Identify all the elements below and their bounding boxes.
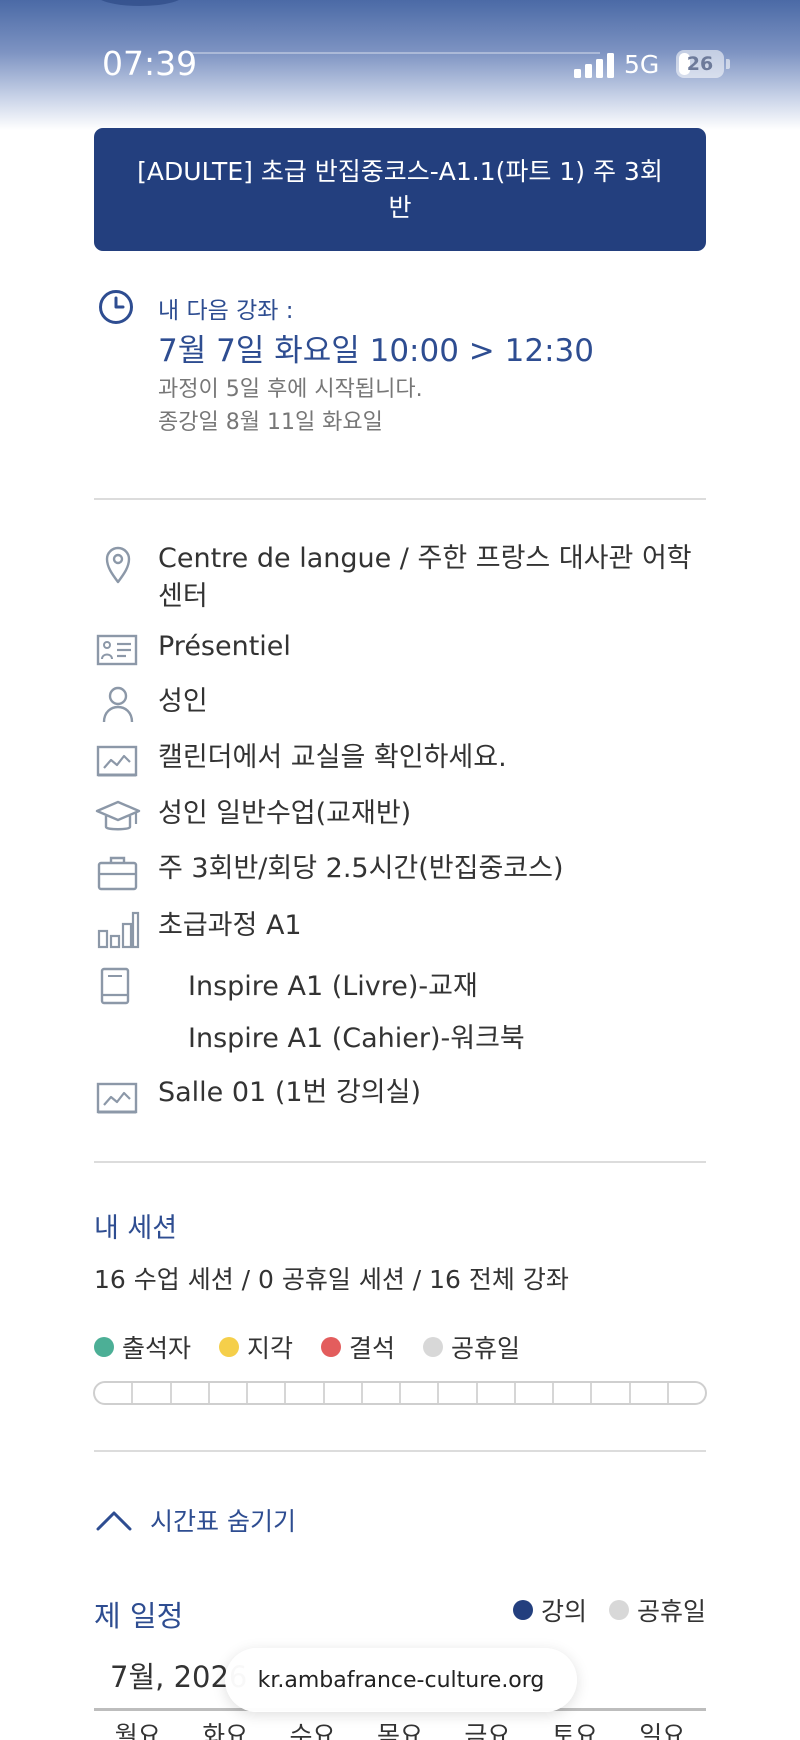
level-text: 초급과정 A1	[158, 910, 302, 941]
audience-text: 성인	[158, 686, 208, 717]
legend-dot-icon	[608, 1600, 629, 1620]
divider	[94, 1161, 706, 1163]
classroom-board-icon	[96, 1082, 138, 1114]
course-title: [ADULTE] 초급 반집중코스-A1.1(파트 1) 주 3회반	[137, 156, 663, 222]
session-progress-bar	[93, 1381, 707, 1405]
frequency-text: 주 3회반/회당 2.5시간(반집중코스)	[158, 853, 564, 884]
sessions-title: 내 세션	[94, 1213, 178, 1244]
level-chart-icon	[97, 911, 140, 949]
course-title-banner: [ADULTE] 초급 반집중코스-A1.1(파트 1) 주 3회반	[94, 128, 706, 251]
weekday-label: 금요	[464, 1721, 511, 1740]
weekday-label: 목요	[376, 1721, 423, 1740]
presentation-board-icon	[96, 634, 138, 666]
legend-item: 출석자	[94, 1329, 191, 1365]
browser-url-bar[interactable]: kr.ambafrance-culture.org	[225, 1648, 577, 1712]
legend-dot-icon	[94, 1337, 114, 1357]
session-segment	[210, 1383, 248, 1403]
next-class-datetime: 7월 7일 화요일 10:00 > 12:30	[158, 333, 594, 369]
browser-url-text: kr.ambafrance-culture.org	[257, 1667, 545, 1693]
battery-icon: 26	[676, 50, 724, 78]
legend-label: 공휴일	[636, 1597, 706, 1626]
legend-dot-icon	[321, 1337, 342, 1357]
legend-dot-icon	[423, 1337, 444, 1357]
session-segment	[172, 1383, 210, 1403]
session-segment	[669, 1383, 705, 1403]
battery-tip	[726, 59, 730, 69]
session-segment	[478, 1383, 516, 1403]
legend-label: 결석	[349, 1334, 396, 1363]
weekday-label: 화요	[202, 1721, 249, 1740]
session-segment	[286, 1383, 325, 1403]
weekday-label: 일요	[639, 1721, 686, 1740]
session-segment	[248, 1383, 287, 1403]
legend-item: 공휴일	[423, 1329, 520, 1365]
classroom-note-text: 캘린더에서 교실을 확인하세요.	[158, 742, 507, 773]
location-text: Centre de langue / 주한 프랑스 대사관 어학센터	[158, 543, 692, 612]
session-segment	[325, 1383, 363, 1403]
clock-icon	[99, 290, 133, 324]
legend-item: 결석	[321, 1329, 395, 1365]
graduation-cap-icon	[95, 800, 141, 831]
book-livre-text: Inspire A1 (Livre)-교재	[188, 971, 478, 1002]
hide-timetable-label: 시간표 숨기기	[150, 1507, 296, 1536]
divider	[94, 1450, 706, 1452]
weekday-label: 수요	[289, 1721, 336, 1740]
session-segment	[401, 1383, 440, 1403]
signal-icon	[574, 52, 614, 78]
session-segment	[516, 1383, 554, 1403]
book-cahier-text: Inspire A1 (Cahier)-워크북	[188, 1023, 525, 1054]
session-segment	[439, 1383, 478, 1403]
room-text: Salle 01 (1번 강의실)	[158, 1077, 422, 1108]
status-time: 07:39	[102, 44, 198, 83]
classroom-board-icon	[96, 745, 138, 777]
legend-item: 지각	[219, 1329, 293, 1365]
mode-text: Présentiel	[158, 631, 291, 662]
session-segment	[631, 1383, 669, 1403]
legend-label: 지각	[247, 1334, 294, 1363]
course-starts-in: 과정이 5일 후에 시작됩니다.	[158, 377, 423, 402]
camera-hint	[95, 0, 185, 6]
location-pin-icon	[105, 546, 131, 584]
calendar-weekdays: 월요 화요 수요 목요 금요 토요 일요	[94, 1716, 706, 1740]
battery-level: 26	[686, 53, 714, 75]
legend-item: 공휴일	[608, 1592, 706, 1628]
legend-label: 출석자	[122, 1334, 192, 1363]
program-text: 성인 일반수업(교재반)	[158, 798, 412, 829]
schedule-legend: 강의 공휴일	[491, 1592, 706, 1628]
legend-dot-icon	[219, 1337, 240, 1357]
schedule-title: 제 일정	[94, 1599, 184, 1633]
person-icon	[102, 686, 134, 723]
sessions-summary: 16 수업 세션 / 0 공휴일 세션 / 16 전체 강좌	[94, 1265, 569, 1294]
attendance-legend: 출석자 지각 결석 공휴일	[94, 1330, 548, 1364]
session-segment	[363, 1383, 401, 1403]
briefcase-icon	[97, 856, 138, 891]
legend-dot-icon	[512, 1600, 533, 1620]
session-segment	[133, 1383, 172, 1403]
chevron-up-icon	[96, 1511, 132, 1531]
book-icon	[100, 967, 130, 1005]
session-segment	[554, 1383, 593, 1403]
network-type: 5G	[624, 50, 660, 79]
course-end-date: 종강일 8월 11일 화요일	[158, 410, 383, 435]
divider	[94, 498, 706, 500]
weekday-label: 월요	[114, 1721, 161, 1740]
session-segment	[95, 1383, 134, 1403]
top-line	[190, 52, 600, 54]
hide-timetable-toggle[interactable]: 시간표 숨기기	[94, 1500, 296, 1540]
legend-label: 강의	[540, 1597, 587, 1626]
weekday-label: 토요	[551, 1721, 598, 1740]
session-segment	[592, 1383, 631, 1403]
legend-item: 강의	[512, 1592, 587, 1628]
next-class-label: 내 다음 강좌 :	[158, 298, 294, 324]
status-bar: 07:39 5G 26	[0, 0, 800, 130]
legend-label: 공휴일	[451, 1334, 521, 1363]
